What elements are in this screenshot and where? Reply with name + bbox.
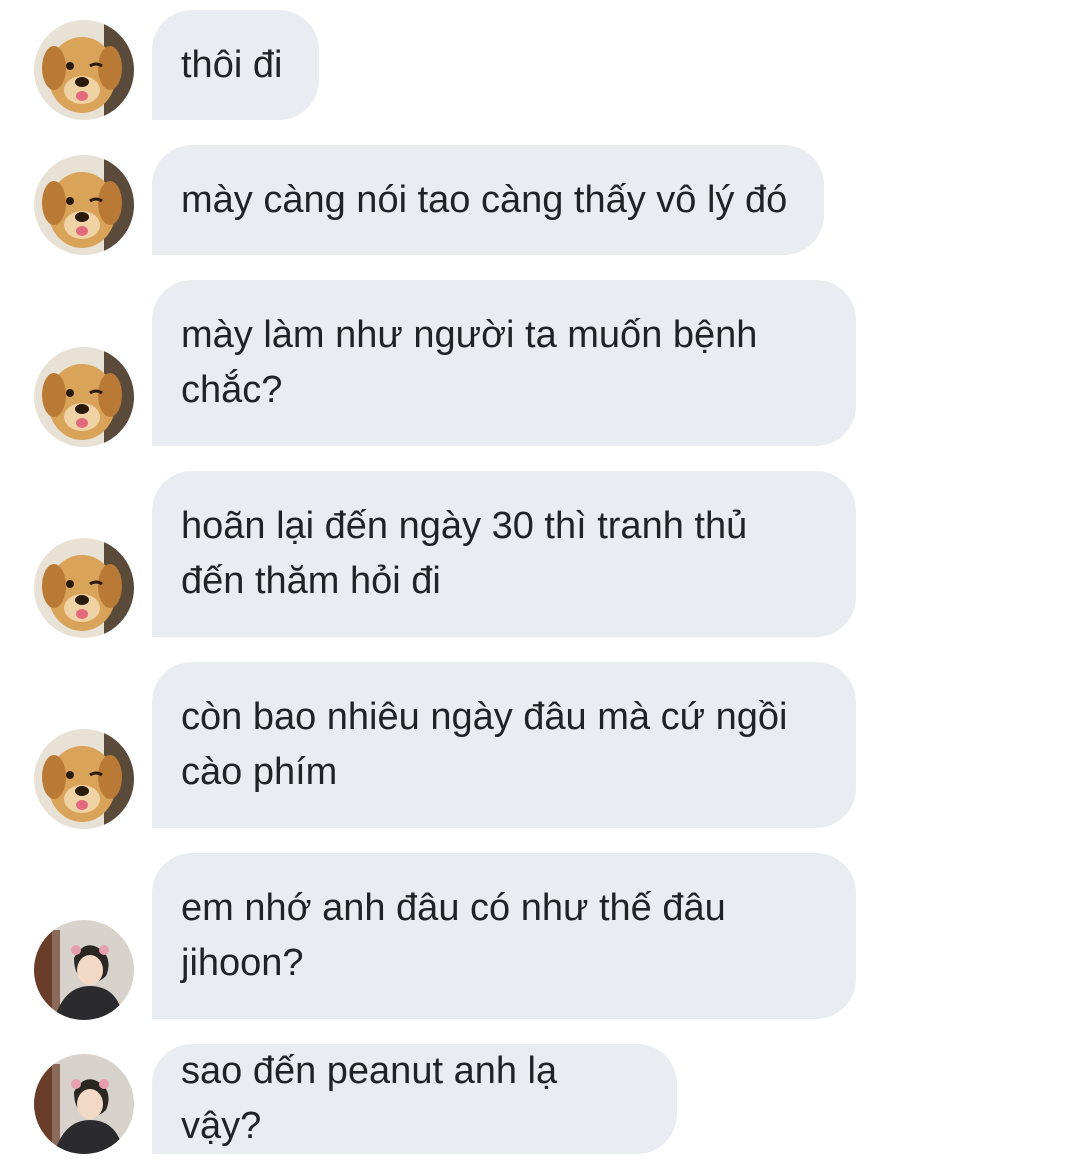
dog-avatar-icon[interactable] — [34, 347, 134, 447]
message-bubble[interactable]: em nhớ anh đâu có như thế đâu jihoon? — [152, 853, 856, 1019]
chat-message: em nhớ anh đâu có như thế đâu jihoon? — [0, 853, 1080, 1020]
message-text: mày làm như người ta muốn bệnh chắc? — [181, 314, 758, 411]
message-bubble[interactable]: sao đến peanut anh lạ vậy? — [152, 1044, 677, 1154]
message-text: còn bao nhiêu ngày đâu mà cứ ngồi cào ph… — [181, 696, 788, 793]
message-bubble[interactable]: thôi đi — [152, 10, 319, 120]
chat-message: còn bao nhiêu ngày đâu mà cứ ngồi cào ph… — [0, 662, 1080, 829]
chat-message: mày càng nói tao càng thấy vô lý đó — [0, 145, 1080, 255]
person-avatar-icon[interactable] — [34, 1054, 134, 1154]
message-text: mày càng nói tao càng thấy vô lý đó — [181, 178, 788, 221]
dog-avatar-icon[interactable] — [34, 538, 134, 638]
message-bubble[interactable]: còn bao nhiêu ngày đâu mà cứ ngồi cào ph… — [152, 662, 856, 828]
message-bubble[interactable]: mày làm như người ta muốn bệnh chắc? — [152, 280, 856, 446]
message-text: em nhớ anh đâu có như thế đâu jihoon? — [181, 887, 726, 984]
chat-message: hoãn lại đến ngày 30 thì tranh thủ đến t… — [0, 471, 1080, 638]
message-text: thôi đi — [181, 43, 283, 86]
message-text: hoãn lại đến ngày 30 thì tranh thủ đến t… — [181, 505, 748, 602]
message-bubble[interactable]: hoãn lại đến ngày 30 thì tranh thủ đến t… — [152, 471, 856, 637]
chat-message: mày làm như người ta muốn bệnh chắc? — [0, 280, 1080, 447]
dog-avatar-icon[interactable] — [34, 729, 134, 829]
chat-message: thôi đi — [0, 10, 1080, 120]
message-text: sao đến peanut anh lạ vậy? — [181, 1050, 558, 1147]
message-bubble[interactable]: mày càng nói tao càng thấy vô lý đó — [152, 145, 824, 255]
dog-avatar-icon[interactable] — [34, 20, 134, 120]
person-avatar-icon[interactable] — [34, 920, 134, 1020]
dog-avatar-icon[interactable] — [34, 155, 134, 255]
chat-message: sao đến peanut anh lạ vậy? — [0, 1044, 1080, 1154]
